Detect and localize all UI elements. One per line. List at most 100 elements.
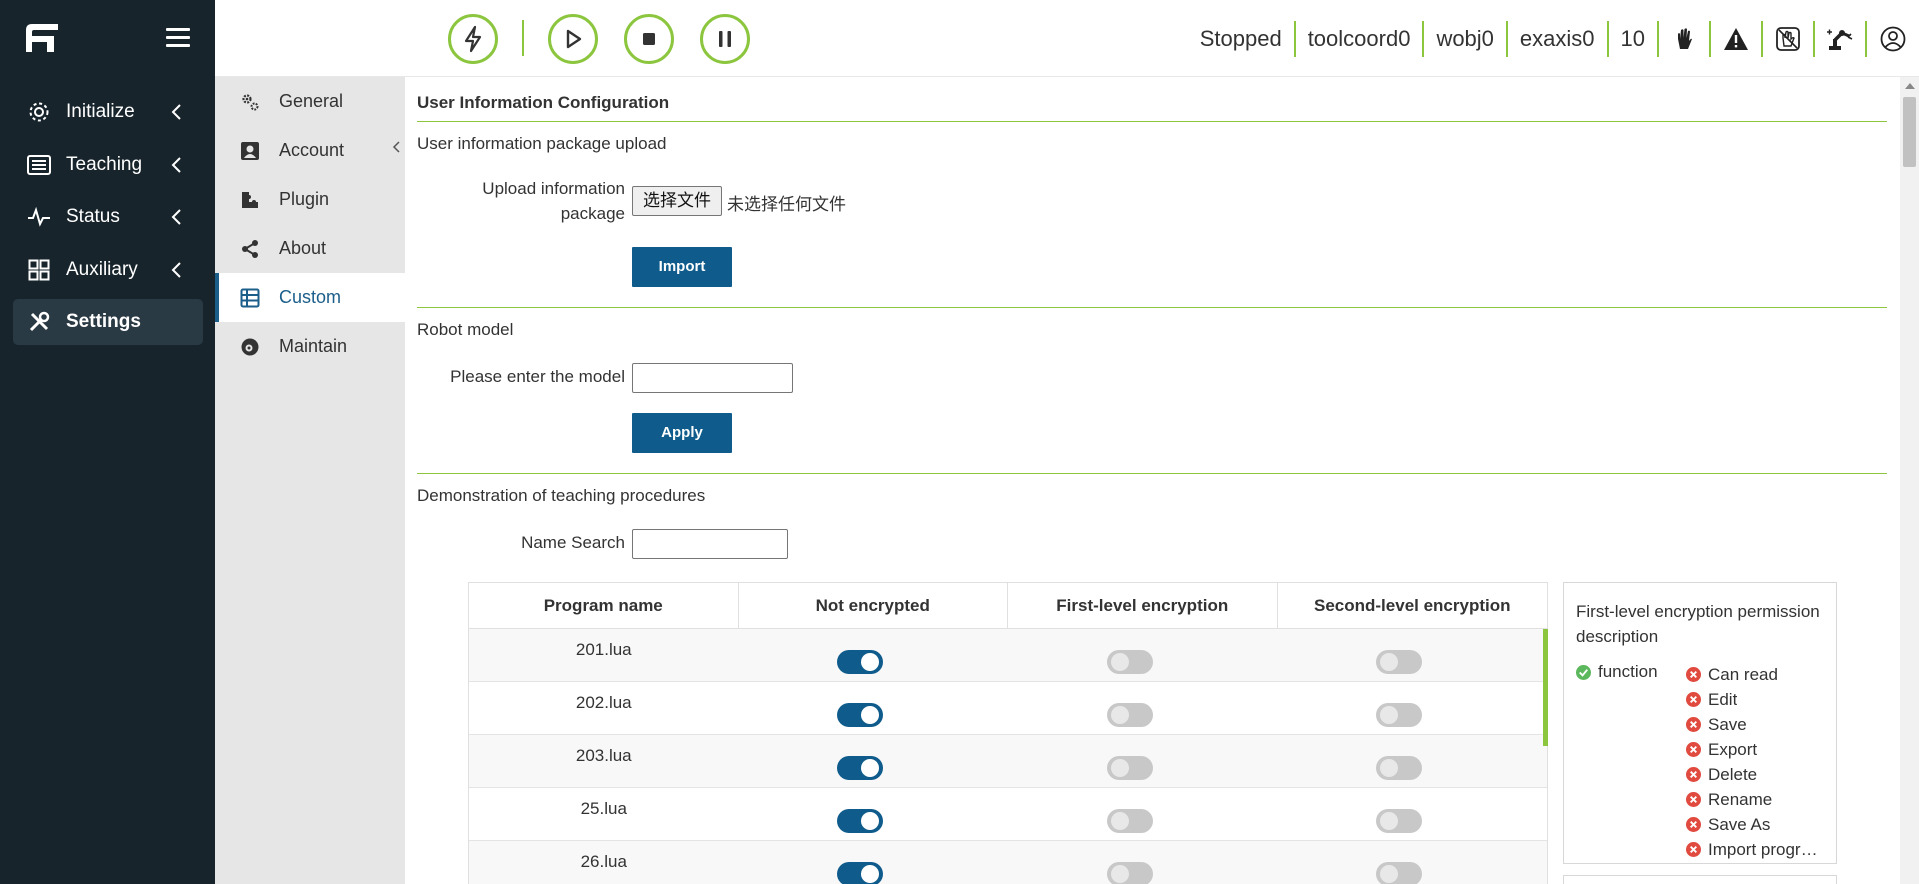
nav-item-status[interactable]: Status <box>13 194 203 240</box>
toggle-knob <box>1380 865 1399 883</box>
submenu-label: Account <box>279 140 345 160</box>
table-scrollbar[interactable] <box>1543 629 1548 746</box>
toggle-cell <box>1278 735 1548 787</box>
robot-arm-icon[interactable] <box>1815 20 1867 57</box>
gear-icon <box>26 99 52 125</box>
second-level-toggle[interactable] <box>1376 756 1423 780</box>
table-header: Program name Not encrypted First-level e… <box>469 583 1547 629</box>
second-level-toggle[interactable] <box>1376 650 1423 674</box>
permission-denied-item: Save <box>1686 712 1823 737</box>
scroll-up-icon[interactable] <box>1905 83 1915 89</box>
toggle-knob <box>861 653 880 671</box>
permission-denied-label: Import program <box>1708 839 1823 859</box>
nav-item-teaching[interactable]: Teaching <box>13 142 203 188</box>
nav-item-settings[interactable]: Settings <box>13 299 203 345</box>
program-name-cell: 203.lua <box>575 746 632 765</box>
nav-item-auxiliary[interactable]: Auxiliary <box>13 247 203 293</box>
section-divider <box>417 473 1887 474</box>
logo-icon[interactable] <box>24 22 60 54</box>
first-level-toggle[interactable] <box>1106 809 1153 833</box>
submenu-item-general[interactable]: General <box>215 77 405 126</box>
toggle-knob <box>1380 653 1399 671</box>
permission-denied-item: Import program <box>1686 837 1823 862</box>
first-level-toggle[interactable] <box>1106 756 1153 780</box>
toggle-cell <box>1008 629 1278 681</box>
program-name-cell: 26.lua <box>580 852 627 871</box>
nav-item-initialize[interactable]: Initialize <box>13 89 203 135</box>
submenu-item-account[interactable]: Account <box>215 126 405 175</box>
robot-section-title: Robot model <box>417 320 514 339</box>
second-level-toggle[interactable] <box>1376 809 1423 833</box>
pause-button[interactable] <box>700 14 750 64</box>
toggle-knob <box>861 812 880 830</box>
wobj-coord[interactable]: wobj0 <box>1424 20 1508 57</box>
apply-button[interactable]: Apply <box>632 413 732 453</box>
model-label: Please enter the model <box>450 367 625 386</box>
permission-denied-label: Save <box>1708 714 1747 734</box>
scroll-thumb[interactable] <box>1903 97 1916 167</box>
model-input[interactable] <box>632 363 793 393</box>
toggle-cell <box>1278 788 1548 840</box>
stop-button[interactable] <box>624 14 674 64</box>
submenu-item-plugin[interactable]: Plugin <box>215 175 405 224</box>
choose-file-button[interactable]: 选择文件 <box>632 186 722 216</box>
submenu-label: Maintain <box>279 336 348 356</box>
program-name-cell: 25.lua <box>580 799 627 818</box>
not-encrypted-toggle[interactable] <box>837 862 884 884</box>
first-level-toggle[interactable] <box>1106 862 1153 884</box>
toggle-cell <box>1278 841 1548 884</box>
page-scrollbar[interactable] <box>1900 77 1919 884</box>
not-encrypted-toggle[interactable] <box>837 756 884 780</box>
submenu-item-about[interactable]: About <box>215 224 405 273</box>
submenu-label: Custom <box>279 287 342 307</box>
toggle-cell <box>1008 788 1278 840</box>
play-icon <box>566 29 582 49</box>
x-circle-icon <box>1686 817 1701 832</box>
chevron-left-icon <box>171 262 181 278</box>
menu-toggle-icon[interactable] <box>166 28 190 48</box>
hand-icon[interactable] <box>1659 20 1711 57</box>
play-button[interactable] <box>548 14 598 64</box>
main-content: User Information Configuration User info… <box>405 77 1900 884</box>
nav-item-label: Auxiliary <box>66 259 138 280</box>
enable-button[interactable] <box>448 14 498 64</box>
toggle-knob <box>861 759 880 777</box>
submenu-item-custom[interactable]: Custom <box>215 273 405 322</box>
permission-panel-second <box>1563 875 1837 884</box>
program-name-cell: 201.lua <box>575 640 632 659</box>
submenu-label: Plugin <box>279 189 330 209</box>
collapse-chevron-icon[interactable] <box>391 140 403 154</box>
demo-section-title: Demonstration of teaching procedures <box>417 486 706 505</box>
name-search-input[interactable] <box>632 529 788 559</box>
not-encrypted-toggle[interactable] <box>837 650 884 674</box>
first-level-toggle[interactable] <box>1106 703 1153 727</box>
permission-denied-label: Edit <box>1708 689 1738 709</box>
table-row: 203.lua <box>469 735 1547 788</box>
user-icon[interactable] <box>1867 21 1919 57</box>
speed-value[interactable]: 10 <box>1609 20 1659 57</box>
maintain-icon <box>239 336 261 358</box>
import-button[interactable]: Import <box>632 247 732 287</box>
toggle-knob <box>1110 759 1129 777</box>
upload-label: Upload information package <box>417 176 625 226</box>
program-name-cell: 202.lua <box>575 693 632 712</box>
upload-section-title: User information package upload <box>417 134 667 153</box>
warning-icon[interactable] <box>1711 20 1763 57</box>
not-encrypted-toggle[interactable] <box>837 703 884 727</box>
submenu-item-maintain[interactable]: Maintain <box>215 322 405 371</box>
permission-denied-label: Rename <box>1708 789 1773 809</box>
first-level-toggle[interactable] <box>1106 650 1153 674</box>
run-status: Stopped <box>1188 20 1296 57</box>
drag-mode-icon[interactable] <box>1763 20 1815 57</box>
second-level-toggle[interactable] <box>1376 862 1423 884</box>
tool-coord[interactable]: toolcoord0 <box>1296 20 1425 57</box>
second-level-toggle[interactable] <box>1376 703 1423 727</box>
submenu-label: About <box>279 238 327 258</box>
not-encrypted-toggle[interactable] <box>837 809 884 833</box>
toggle-cell <box>1278 629 1548 681</box>
x-circle-icon <box>1686 742 1701 757</box>
toggle-cell <box>739 788 1009 840</box>
exaxis-coord[interactable]: exaxis0 <box>1508 20 1609 57</box>
permission-denied-label: Delete <box>1708 764 1758 784</box>
permission-denied-item: Edit <box>1686 687 1823 712</box>
